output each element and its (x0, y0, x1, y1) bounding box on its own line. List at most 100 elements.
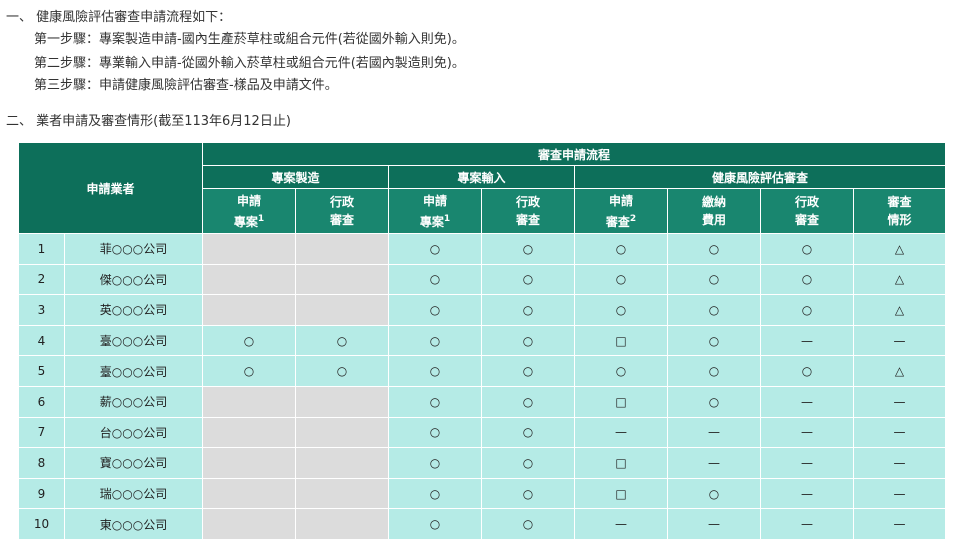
table-row: 5 臺○○○公司 ○ ○ ○ ○ ○ ○ ○ △ (18, 355, 947, 387)
status-heading: 二、 業者申請及審查情形(截至113年6月12日止) (6, 114, 291, 129)
table-row: 1 菲○○○公司 ○ ○ ○ ○ ○ △ (18, 233, 947, 265)
row-number: 7 (18, 416, 65, 449)
status-cell: ○ (760, 263, 855, 296)
status-cell: — (853, 385, 947, 418)
col-apply-import: 申請 專案1 (388, 188, 483, 234)
status-cell: — (760, 508, 855, 540)
status-cell: ○ (667, 233, 762, 265)
status-cell (295, 385, 390, 418)
status-cell (202, 385, 297, 418)
status-cell: — (574, 508, 669, 540)
status-cell: ○ (481, 294, 576, 326)
status-cell (202, 447, 297, 479)
company-name: 傑○○○公司 (63, 263, 204, 296)
status-cell: □ (574, 477, 669, 510)
status-cell: ○ (481, 447, 576, 479)
status-cell: ○ (388, 477, 483, 510)
table-row: 4 臺○○○公司 ○ ○ ○ ○ □ ○ — — (18, 324, 947, 357)
status-cell: — (667, 508, 762, 540)
company-name: 薪○○○公司 (63, 385, 204, 418)
company-name: 台○○○公司 (63, 416, 204, 449)
row-number: 8 (18, 447, 65, 479)
col-review-status: 審查 情形 (853, 188, 947, 234)
table-row: 8 寶○○○公司 ○ ○ □ — — — (18, 447, 947, 479)
status-cell: — (574, 416, 669, 449)
status-cell (295, 294, 390, 326)
status-cell: ○ (574, 294, 669, 326)
status-cell (202, 508, 297, 540)
status-cell: ○ (760, 233, 855, 265)
status-cell: — (853, 324, 947, 357)
row-number: 4 (18, 324, 65, 357)
row-number: 6 (18, 385, 65, 418)
status-cell: ○ (295, 324, 390, 357)
table-row: 10 東○○○公司 ○ ○ — — — — (18, 508, 947, 540)
status-cell: ○ (388, 294, 483, 326)
col-apply-review: 申請 審查2 (574, 188, 669, 234)
status-cell (295, 263, 390, 296)
status-cell: ○ (667, 324, 762, 357)
company-name: 菲○○○公司 (63, 233, 204, 265)
status-cell: — (760, 324, 855, 357)
status-cell: ○ (295, 355, 390, 387)
row-number: 5 (18, 355, 65, 387)
status-cell: △ (853, 263, 947, 296)
status-cell (202, 263, 297, 296)
status-cell: — (760, 416, 855, 449)
status-cell: — (853, 477, 947, 510)
group-manufacture-header: 專案製造 (202, 165, 390, 189)
col-admin-review-hra: 行政 審查 (760, 188, 855, 234)
status-cell: ○ (388, 233, 483, 265)
col-admin-review-import: 行政 審查 (481, 188, 576, 234)
status-cell: ○ (388, 447, 483, 479)
status-cell: ○ (388, 385, 483, 418)
status-cell: — (853, 416, 947, 449)
status-cell: ○ (481, 324, 576, 357)
status-cell: — (760, 385, 855, 418)
company-name: 寶○○○公司 (63, 447, 204, 479)
status-cell (202, 477, 297, 510)
status-cell: △ (853, 233, 947, 265)
company-name: 臺○○○公司 (63, 355, 204, 387)
table-row: 7 台○○○公司 ○ ○ — — — — (18, 416, 947, 449)
status-cell: ○ (760, 294, 855, 326)
status-cell (202, 416, 297, 449)
status-cell: — (760, 477, 855, 510)
status-cell: □ (574, 324, 669, 357)
table-row: 9 瑞○○○公司 ○ ○ □ ○ — — (18, 477, 947, 510)
status-cell: ○ (667, 355, 762, 387)
status-cell: □ (574, 447, 669, 479)
row-number: 9 (18, 477, 65, 510)
status-cell: ○ (481, 263, 576, 296)
row-number: 3 (18, 294, 65, 326)
applicant-header: 申請業者 (17, 142, 204, 234)
status-cell: ○ (667, 294, 762, 326)
status-cell: ○ (481, 233, 576, 265)
status-cell: ○ (388, 508, 483, 540)
table-row: 6 薪○○○公司 ○ ○ □ ○ — — (18, 385, 947, 418)
status-cell: ○ (202, 324, 297, 357)
application-status-table: 申請業者 審查申請流程 專案製造 專案輸入 健康風險評估審查 申請 專案1 行政審… (17, 142, 947, 540)
status-cell (295, 477, 390, 510)
status-cell (202, 233, 297, 265)
status-cell: ○ (481, 416, 576, 449)
status-cell: ○ (481, 508, 576, 540)
status-cell: ○ (388, 324, 483, 357)
status-cell: ○ (574, 263, 669, 296)
col-admin-review-manufacture: 行政 審查 (295, 188, 390, 234)
status-cell: ○ (481, 477, 576, 510)
status-cell: — (853, 447, 947, 479)
group-hra-header: 健康風險評估審查 (574, 165, 947, 189)
col-fee-payment: 繳納 費用 (667, 188, 762, 234)
status-cell: — (667, 447, 762, 479)
status-cell: ○ (388, 416, 483, 449)
status-cell: ○ (667, 263, 762, 296)
step-1-text: 第一步驟：專案製造申請-國內生產菸草柱或組合元件(若從國外輸入則免)。 (34, 32, 465, 47)
status-cell: — (760, 447, 855, 479)
status-cell: ○ (481, 355, 576, 387)
table-row: 3 英○○○公司 ○ ○ ○ ○ ○ △ (18, 294, 947, 326)
status-cell (295, 416, 390, 449)
status-cell: ○ (202, 355, 297, 387)
status-cell: ○ (481, 385, 576, 418)
status-cell: □ (574, 385, 669, 418)
